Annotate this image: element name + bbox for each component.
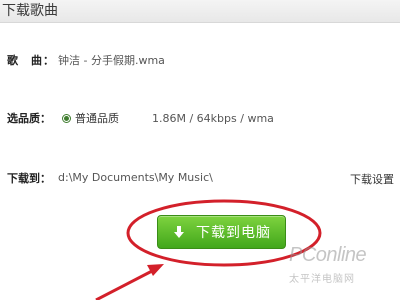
quality-label: 选品质： bbox=[7, 112, 51, 125]
watermark-subtitle: 太平洋电脑网 bbox=[289, 274, 355, 285]
download-arrow-icon bbox=[174, 226, 184, 238]
destination-label: 下载到： bbox=[7, 172, 51, 185]
title-bar: 下载歌曲 bbox=[0, 0, 400, 23]
destination-path: d:\My Documents\My Music\ bbox=[58, 171, 213, 184]
quality-option-label: 普通品质 bbox=[75, 112, 119, 125]
watermark: PConline 太平洋电脑网 bbox=[283, 244, 399, 299]
download-to-computer-button[interactable]: 下载到电脑 bbox=[157, 215, 286, 249]
quality-info: 1.86M / 64kbps / wma bbox=[152, 112, 274, 125]
radio-selected-icon[interactable] bbox=[62, 113, 71, 123]
watermark-brand: PConline bbox=[289, 244, 367, 266]
song-name: 钟洁 - 分手假期.wma bbox=[58, 54, 165, 67]
download-button-label: 下载到电脑 bbox=[196, 225, 271, 241]
download-settings-link[interactable]: 下载设置 bbox=[350, 171, 394, 187]
song-label: 歌 曲： bbox=[7, 54, 55, 67]
annotation-arrow-head bbox=[147, 264, 164, 276]
annotation-arrow-line bbox=[95, 268, 155, 300]
dialog-title: 下载歌曲 bbox=[2, 3, 58, 19]
download-song-dialog: 下载歌曲 歌 曲： 钟洁 - 分手假期.wma 选品质： 普通品质 1.86M … bbox=[0, 0, 400, 300]
quality-option-standard[interactable]: 普通品质 bbox=[62, 110, 119, 126]
